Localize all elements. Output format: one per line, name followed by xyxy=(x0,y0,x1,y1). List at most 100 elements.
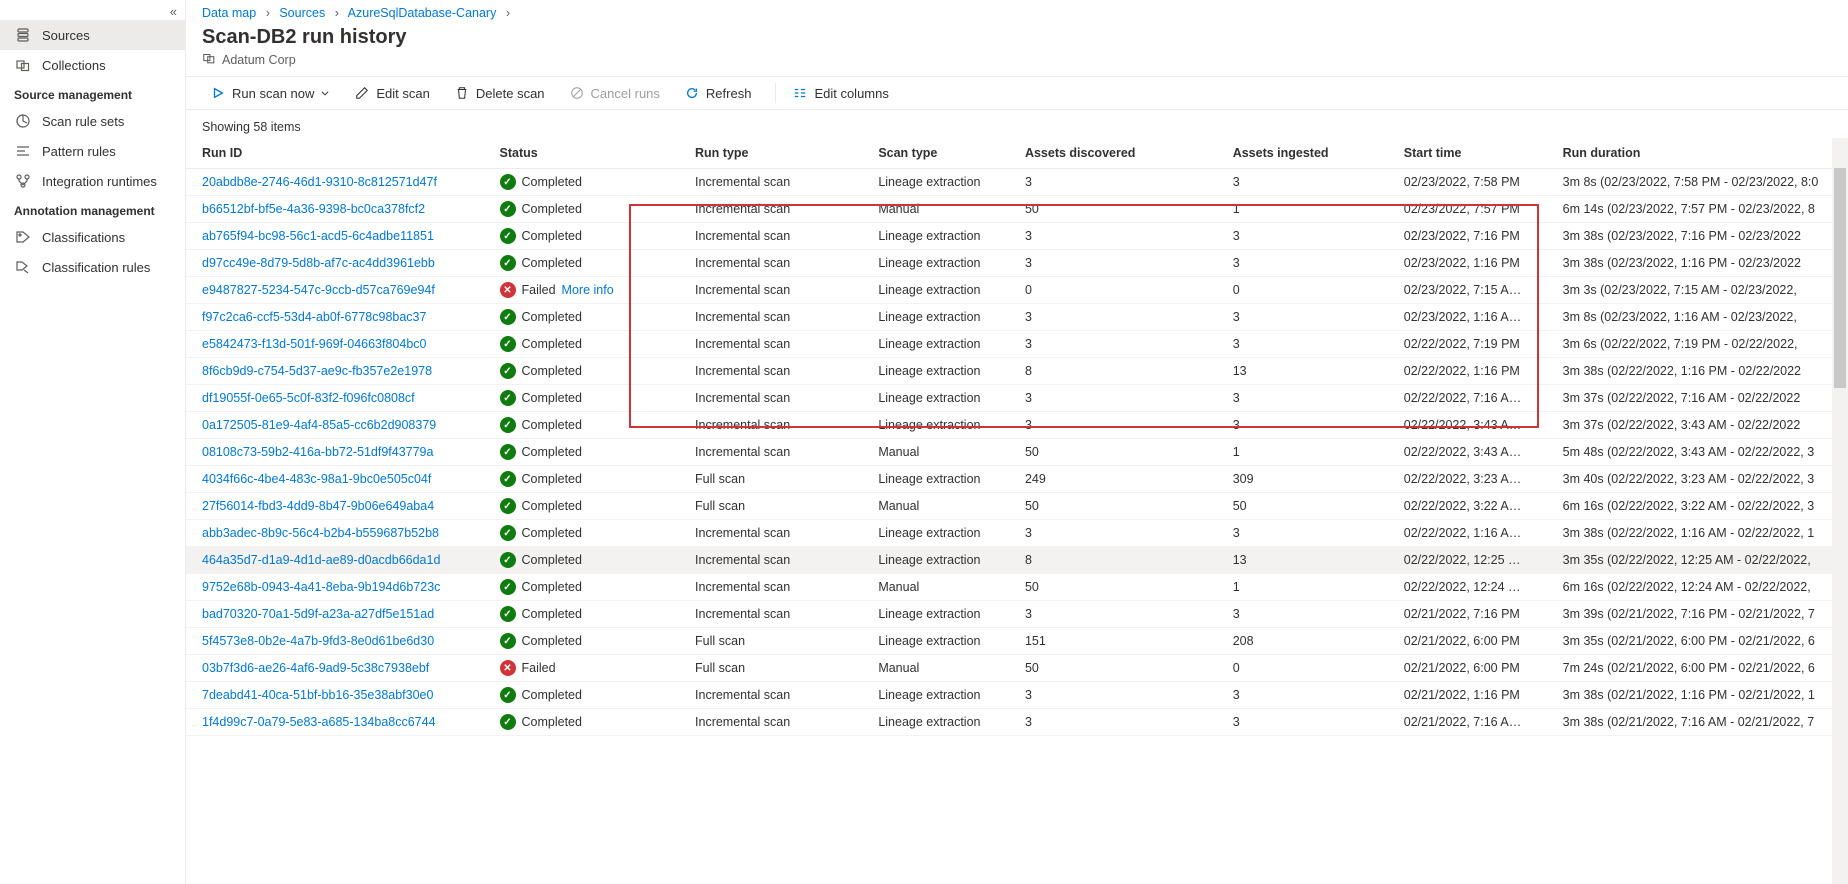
main: Data map › Sources › AzureSqlDatabase-Ca… xyxy=(186,0,1848,884)
run-id-link[interactable]: 08108c73-59b2-416a-bb72-51df9f43779a xyxy=(202,445,433,459)
run-type-cell: Incremental scan xyxy=(687,682,870,709)
scan-type-cell: Lineage extraction xyxy=(870,169,1017,196)
table-row[interactable]: ab765f94-bc98-56c1-acd5-6c4adbe11851✓Com… xyxy=(186,223,1848,250)
column-header-assets-ingested[interactable]: Assets ingested xyxy=(1225,138,1396,169)
start-time-cell: 02/23/2022, 7:16 PM xyxy=(1396,223,1555,250)
run-id-link[interactable]: 0a172505-81e9-4af4-85a5-cc6b2d908379 xyxy=(202,418,436,432)
status-text: Completed xyxy=(522,688,582,702)
table-row[interactable]: 5f4573e8-0b2e-4a7b-9fd3-8e0d61be6d30✓Com… xyxy=(186,628,1848,655)
table-row[interactable]: 464a35d7-d1a9-4d1d-ae89-d0acdb66da1d ✓Com… xyxy=(186,547,1848,574)
column-header-run-type[interactable]: Run type xyxy=(687,138,870,169)
delete-scan-button[interactable]: Delete scan xyxy=(446,81,553,105)
run-id-link[interactable]: 27f56014-fbd3-4dd9-8b47-9b06e649aba4 xyxy=(202,499,434,513)
start-time-cell: 02/22/2022, 3:43 A… xyxy=(1396,439,1555,466)
run-id-link[interactable]: e5842473-f13d-501f-969f-04663f804bc0 xyxy=(202,337,427,351)
column-header-run-duration[interactable]: Run duration xyxy=(1555,138,1848,169)
run-scan-now-button[interactable]: Run scan now xyxy=(202,81,338,105)
edit-scan-button[interactable]: Edit scan xyxy=(346,81,437,105)
table-row[interactable]: bad70320-70a1-5d9f-a23a-a27df5e151ad✓Com… xyxy=(186,601,1848,628)
status-cell: ✓Completed xyxy=(500,444,680,460)
run-id-link[interactable]: 7deabd41-40ca-51bf-bb16-35e38abf30e0 xyxy=(202,688,433,702)
breadcrumb-data-map[interactable]: Data map xyxy=(202,6,256,20)
status-cell: ✓Completed xyxy=(500,174,680,190)
run-id-link[interactable]: 5f4573e8-0b2e-4a7b-9fd3-8e0d61be6d30 xyxy=(202,634,434,648)
sidebar-item-classification-rules[interactable]: Classification rules xyxy=(0,252,185,282)
run-id-link[interactable]: 20abdb8e-2746-46d1-9310-8c812571d47f xyxy=(202,175,437,189)
edit-columns-button[interactable]: Edit columns xyxy=(784,81,896,105)
run-id-link[interactable]: 464a35d7-d1a9-4d1d-ae89-d0acdb66da1d xyxy=(202,553,440,567)
run-id-link[interactable]: 03b7f3d6-ae26-4af6-9ad9-5c38c7938ebf xyxy=(202,661,429,675)
table-row[interactable]: df19055f-0e65-5c0f-83f2-f096fc0808cf✓Com… xyxy=(186,385,1848,412)
table-row[interactable]: 9752e68b-0943-4a41-8eba-9b194d6b723c✓Com… xyxy=(186,574,1848,601)
more-info-link[interactable]: More info xyxy=(562,283,614,297)
table-row[interactable]: abb3adec-8b9c-56c4-b2b4-b559687b52b8 ✓ Com… xyxy=(186,520,1848,547)
collapse-icon[interactable]: « xyxy=(170,4,177,19)
scrollbar-thumb[interactable] xyxy=(1834,168,1846,388)
sidebar-item-scan-rule-sets[interactable]: Scan rule sets xyxy=(0,106,185,136)
run-id-link[interactable]: d97cc49e-8d79-5d8b-af7c-ac4dd3961ebb xyxy=(202,256,435,270)
scan-type-cell: Lineage extraction xyxy=(870,547,1017,574)
status-text: Completed xyxy=(522,256,582,270)
table-row[interactable]: f97c2ca6-ccf5-53d4-ab0f-6778c98bac37✓Com… xyxy=(186,304,1848,331)
divider xyxy=(775,83,776,103)
table-row[interactable]: d97cc49e-8d79-5d8b-af7c-ac4dd3961ebb✓Com… xyxy=(186,250,1848,277)
column-header-assets-discovered[interactable]: Assets discovered xyxy=(1017,138,1225,169)
table-row[interactable]: 08108c73-59b2-416a-bb72-51df9f43779a ✓Com… xyxy=(186,439,1848,466)
classification-rules-icon xyxy=(14,258,32,276)
table-row[interactable]: 0a172505-81e9-4af4-85a5-cc6b2d908379✓Com… xyxy=(186,412,1848,439)
run-id-link[interactable]: bad70320-70a1-5d9f-a23a-a27df5e151ad xyxy=(202,607,434,621)
run-type-cell: Incremental scan xyxy=(687,601,870,628)
run-id-link[interactable]: df19055f-0e65-5c0f-83f2-f096fc0808cf xyxy=(202,391,415,405)
column-header-run-id[interactable]: Run ID xyxy=(186,138,492,169)
sidebar-item-collections[interactable]: Collections xyxy=(0,50,185,80)
vertical-scrollbar[interactable] xyxy=(1832,138,1848,884)
sidebar-item-pattern-rules[interactable]: Pattern rules xyxy=(0,136,185,166)
run-duration-cell: 6m 14s (02/23/2022, 7:57 PM - 02/23/2022… xyxy=(1555,196,1848,223)
status-cell: ✓Completed xyxy=(500,687,680,703)
status-text: Completed xyxy=(522,526,582,540)
sidebar-item-sources[interactable]: Sources xyxy=(0,20,185,50)
run-id-link[interactable]: e9487827-5234-547c-9ccb-d57ca769e94f xyxy=(202,283,435,297)
table-row[interactable]: 1f4d99c7-0a79-5e83-a685-134ba8cc6744✓Com… xyxy=(186,709,1848,736)
table-row[interactable]: b66512bf-bf5e-4a36-9398-bc0ca378fcf2✓Com… xyxy=(186,196,1848,223)
run-type-cell: Incremental scan xyxy=(687,574,870,601)
sidebar-item-label: Classifications xyxy=(42,230,125,245)
collection-icon xyxy=(202,51,216,68)
assets-ingested-cell: 3 xyxy=(1225,601,1396,628)
table-row[interactable]: e5842473-f13d-501f-969f-04663f804bc0✓Com… xyxy=(186,331,1848,358)
table-row[interactable]: e9487827-5234-547c-9ccb-d57ca769e94f✕Fai… xyxy=(186,277,1848,304)
table-row[interactable]: 4034f66c-4be4-483c-98a1-9bc0e505c04f✓Com… xyxy=(186,466,1848,493)
sidebar-item-classifications[interactable]: Classifications xyxy=(0,222,185,252)
start-time-cell: 02/22/2022, 1:16 A… xyxy=(1396,520,1555,547)
table-row[interactable]: 27f56014-fbd3-4dd9-8b47-9b06e649aba4✓Com… xyxy=(186,493,1848,520)
run-id-link[interactable]: f97c2ca6-ccf5-53d4-ab0f-6778c98bac37 xyxy=(202,310,426,324)
run-id-link[interactable]: 9752e68b-0943-4a41-8eba-9b194d6b723c xyxy=(202,580,440,594)
table-row[interactable]: 03b7f3d6-ae26-4af6-9ad9-5c38c7938ebf✕Fai… xyxy=(186,655,1848,682)
run-id-link[interactable]: 4034f66c-4be4-483c-98a1-9bc0e505c04f xyxy=(202,472,431,486)
table-wrap[interactable]: Run ID Status Run type Scan type Assets … xyxy=(186,138,1848,884)
run-id-link[interactable]: b66512bf-bf5e-4a36-9398-bc0ca378fcf2 xyxy=(202,202,425,216)
run-id-link[interactable]: 8f6cb9d9-c754-5d37-ae9c-fb357e2e1978 xyxy=(202,364,432,378)
sidebar-item-integration-runtimes[interactable]: Integration runtimes xyxy=(0,166,185,196)
refresh-button[interactable]: Refresh xyxy=(676,81,760,105)
breadcrumb-source-name[interactable]: AzureSqlDatabase-Canary xyxy=(348,6,497,20)
breadcrumb-sources[interactable]: Sources xyxy=(279,6,325,20)
column-header-start-time[interactable]: Start time xyxy=(1396,138,1555,169)
run-id-link[interactable]: ab765f94-bc98-56c1-acd5-6c4adbe11851 xyxy=(202,229,434,243)
table-row[interactable]: 20abdb8e-2746-46d1-9310-8c812571d47f ✓Com… xyxy=(186,169,1848,196)
success-icon: ✓ xyxy=(500,390,516,406)
start-time-cell: 02/22/2022, 12:24 … xyxy=(1396,574,1555,601)
column-header-status[interactable]: Status xyxy=(492,138,688,169)
run-duration-cell: 3m 35s (02/22/2022, 12:25 AM - 02/22/202… xyxy=(1555,547,1848,574)
run-duration-cell: 3m 38s (02/21/2022, 1:16 PM - 02/21/2022… xyxy=(1555,682,1848,709)
column-header-scan-type[interactable]: Scan type xyxy=(870,138,1017,169)
assets-discovered-cell: 3 xyxy=(1017,331,1225,358)
table-row[interactable]: 8f6cb9d9-c754-5d37-ae9c-fb357e2e1978✓Com… xyxy=(186,358,1848,385)
success-icon: ✓ xyxy=(500,525,516,541)
table-row[interactable]: 7deabd41-40ca-51bf-bb16-35e38abf30e0 ✓Com… xyxy=(186,682,1848,709)
integration-runtimes-icon xyxy=(14,172,32,190)
run-id-link[interactable]: 1f4d99c7-0a79-5e83-a685-134ba8cc6744 xyxy=(202,715,436,729)
run-id-link[interactable]: abb3adec-8b9c-56c4-b2b4-b559687b52b8 xyxy=(202,526,439,540)
status-cell: ✓Completed xyxy=(500,552,680,568)
edit-icon xyxy=(354,85,370,101)
